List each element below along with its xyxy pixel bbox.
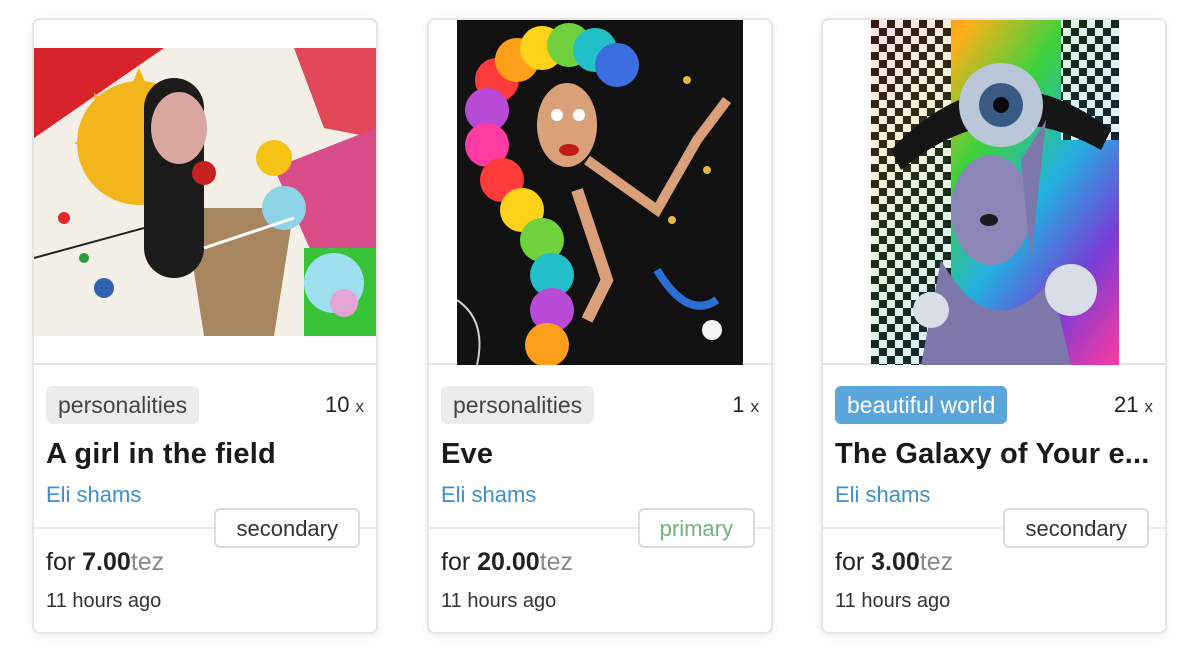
artwork-thumbnail[interactable] (34, 20, 376, 365)
artwork-image (871, 20, 1119, 365)
artist-link[interactable]: Eli shams (441, 482, 536, 508)
currency: tez (539, 548, 574, 576)
artist-link[interactable]: Eli shams (835, 482, 930, 508)
market-badge: secondary (1003, 508, 1149, 548)
artist-link[interactable]: Eli shams (46, 482, 141, 508)
artwork-image (457, 20, 743, 365)
artwork-thumbnail[interactable] (823, 20, 1165, 365)
category-tag[interactable]: beautiful world (835, 386, 1008, 424)
timestamp: 11 hours ago (46, 590, 162, 612)
market-badge: primary (637, 508, 755, 548)
timestamp: 11 hours ago (441, 590, 557, 612)
currency: tez (130, 548, 165, 576)
edition-count: 21 x (1114, 392, 1153, 417)
artwork-title[interactable]: Eve (441, 438, 761, 471)
market-badge: secondary (214, 508, 360, 548)
category-tag[interactable]: personalities (46, 386, 200, 424)
nft-card[interactable]: personalities 1x Eve Eli shams primary f… (427, 18, 773, 634)
price-label: for 7.00tez (46, 548, 165, 576)
price-value: 3.00 (871, 548, 920, 576)
edition-count: 1x (732, 392, 759, 417)
nft-card[interactable]: personalities 10 x A girl in the field El… (32, 18, 378, 634)
currency: tez (919, 548, 954, 576)
artwork-image (34, 48, 376, 336)
edition-count: 10 x (325, 392, 364, 417)
artwork-title[interactable]: The Galaxy of Your e... (835, 438, 1155, 471)
price-value: 20.00 (477, 548, 540, 576)
price-label: for 3.00tez (835, 548, 954, 576)
price-label: for 20.00tez (441, 548, 574, 576)
timestamp: 11 hours ago (835, 590, 951, 612)
artwork-thumbnail[interactable] (429, 20, 771, 365)
artwork-title[interactable]: A girl in the field (46, 438, 366, 471)
nft-card[interactable]: beautiful world 21 x The Galaxy of Your e… (821, 18, 1167, 634)
category-tag[interactable]: personalities (441, 386, 595, 424)
price-value: 7.00 (82, 548, 131, 576)
